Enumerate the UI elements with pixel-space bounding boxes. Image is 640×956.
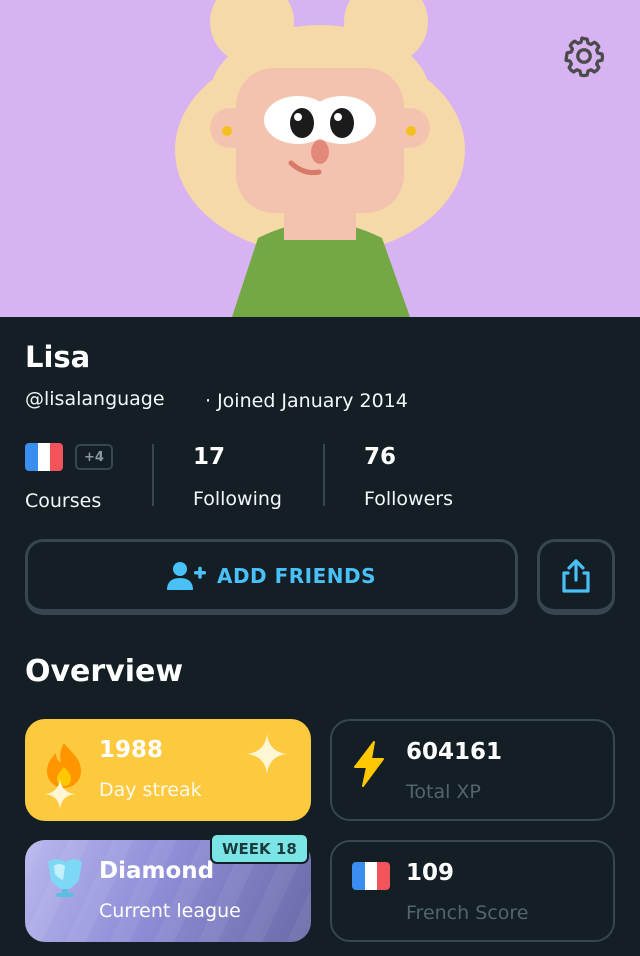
- french-score-label: French Score: [406, 902, 529, 924]
- stat-divider: [323, 444, 325, 506]
- streak-value: 1988: [99, 737, 164, 763]
- total-xp-card[interactable]: 604161 Total XP: [330, 719, 615, 821]
- following-label[interactable]: Following: [193, 488, 282, 510]
- course-flag-france[interactable]: [25, 443, 63, 471]
- french-score-card[interactable]: 109 French Score: [330, 840, 615, 942]
- profile-name: Lisa: [25, 340, 91, 374]
- league-label: Current league: [99, 900, 241, 922]
- courses-label: Courses: [25, 490, 102, 512]
- lightning-icon: [354, 741, 384, 787]
- add-friends-label: ADD FRIENDS: [216, 563, 377, 588]
- following-count[interactable]: 17: [193, 444, 225, 470]
- share-icon: [562, 558, 590, 593]
- streak-label: Day streak: [99, 779, 202, 801]
- more-courses-badge[interactable]: +4: [75, 444, 113, 470]
- followers-label[interactable]: Followers: [364, 488, 453, 510]
- total-xp-label: Total XP: [406, 781, 481, 803]
- streak-card[interactable]: 1988 Day streak: [25, 719, 311, 821]
- add-friends-button[interactable]: ADD FRIENDS: [25, 539, 518, 615]
- share-profile-button[interactable]: [537, 539, 615, 615]
- gear-icon: [564, 36, 605, 78]
- diamond-trophy-icon: [48, 859, 82, 897]
- french-score-value: 109: [406, 860, 455, 886]
- overview-heading: Overview: [25, 654, 184, 689]
- followers-count[interactable]: 76: [364, 444, 396, 470]
- sparkle-icon: [247, 734, 287, 774]
- league-value: Diamond: [99, 858, 215, 884]
- sparkle-icon: [45, 779, 75, 809]
- profile-avatar-banner: [0, 0, 640, 317]
- joined-date: · Joined January 2014: [205, 390, 408, 412]
- avatar-illustration: [175, 0, 465, 317]
- stat-divider: [152, 444, 154, 506]
- add-user-icon: [166, 561, 206, 590]
- profile-username: @lisalanguage: [25, 388, 165, 410]
- week-badge: WEEK 18: [210, 833, 309, 864]
- settings-button[interactable]: [558, 30, 610, 82]
- total-xp-value: 604161: [406, 739, 503, 765]
- france-flag-icon: [352, 862, 390, 890]
